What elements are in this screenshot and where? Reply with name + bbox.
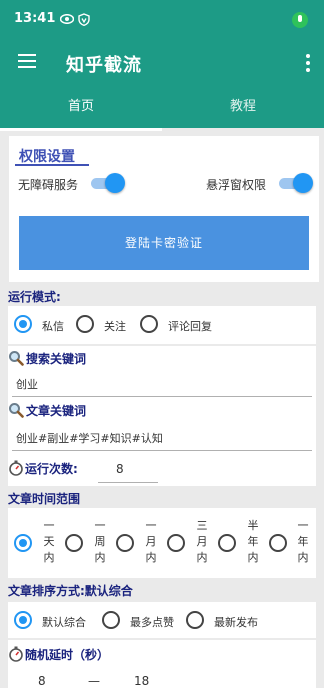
run-count-label: 运行次数: — [25, 462, 78, 476]
article-keyword-underline — [12, 450, 312, 451]
delay-separator: — — [88, 674, 100, 688]
search-keyword-heading: 搜索关键词 — [8, 350, 86, 367]
radio-half-year[interactable] — [218, 534, 236, 552]
run-mode-group: 私信 关注 评论回复 — [8, 306, 316, 344]
status-bar: 13:41 — [0, 0, 324, 40]
accessibility-label: 无障碍服务 — [18, 178, 79, 192]
permissions-card: 权限设置 无障碍服务 悬浮窗权限 登陆卡密验证 — [9, 136, 319, 282]
radio-newest[interactable] — [186, 611, 204, 629]
search-keyword-label: 搜索关键词 — [26, 352, 87, 366]
app-title: 知乎截流 — [66, 55, 142, 76]
stopwatch-icon — [9, 460, 23, 476]
option-newest: 最新发布 — [214, 616, 258, 629]
radio-default[interactable] — [14, 611, 32, 629]
overlay-label: 悬浮窗权限 — [206, 178, 267, 192]
overlay-switch[interactable] — [279, 173, 313, 193]
radio-three-months[interactable] — [167, 534, 185, 552]
stopwatch-icon — [9, 646, 23, 662]
article-keyword-label: 文章关键词 — [26, 404, 87, 418]
delay-heading: 随机延时（秒） — [8, 646, 109, 663]
keywords-panel: 搜索关键词 创业 文章关键词 创业#副业#学习#知识#认知 运行次数: 8 — [8, 346, 316, 486]
search-keyword-input[interactable]: 创业 — [16, 376, 38, 392]
sort-group: 默认综合 最多点赞 最新发布 — [8, 602, 316, 638]
status-time: 13:41 — [14, 11, 56, 26]
radio-follow[interactable] — [76, 315, 94, 333]
radio-comment-reply[interactable] — [140, 315, 158, 333]
run-mode-label: 运行模式: — [8, 290, 61, 304]
article-keyword-heading: 文章关键词 — [8, 402, 86, 419]
tab-home[interactable]: 首页 — [0, 86, 162, 128]
article-keyword-input[interactable]: 创业#副业#学习#知识#认知 — [16, 430, 163, 446]
option-follow: 关注 — [104, 320, 126, 333]
delay-panel: 随机延时（秒） 8 — 18 — [8, 640, 316, 688]
option-one-month: 一月内 — [145, 519, 157, 564]
radio-most-likes[interactable] — [102, 611, 120, 629]
option-one-year: 一年内 — [297, 519, 309, 564]
magnifier-icon — [9, 351, 24, 366]
option-three-months: 三月内 — [196, 519, 208, 564]
radio-one-week[interactable] — [65, 534, 83, 552]
eye-icon — [60, 14, 74, 24]
radio-private-message[interactable] — [14, 315, 32, 333]
radio-one-month[interactable] — [116, 534, 134, 552]
vpn-shield-icon — [78, 12, 90, 26]
delay-min-input[interactable]: 8 — [38, 674, 46, 688]
tab-tutorial[interactable]: 教程 — [162, 86, 324, 128]
option-one-week: 一周内 — [94, 519, 106, 564]
accessibility-switch[interactable] — [91, 173, 125, 193]
more-options-icon[interactable] — [306, 54, 310, 72]
option-private-message: 私信 — [42, 320, 64, 333]
permissions-title: 权限设置 — [19, 149, 75, 165]
tab-indicator — [0, 128, 162, 131]
option-one-day: 一天内 — [43, 519, 55, 564]
status-icons — [60, 12, 90, 26]
option-comment-reply: 评论回复 — [168, 320, 212, 333]
tab-bar: 首页 教程 — [0, 86, 324, 128]
delay-label: 随机延时（秒） — [25, 648, 110, 662]
run-count-heading: 运行次数: — [8, 460, 78, 477]
magnifier-icon — [9, 403, 24, 418]
time-range-label: 文章时间范围 — [8, 492, 81, 506]
app-bar: 知乎截流 — [0, 40, 324, 86]
run-count-underline — [98, 482, 158, 483]
option-half-year: 半年内 — [247, 519, 259, 564]
title-underline — [15, 164, 89, 166]
microphone-icon — [292, 12, 308, 28]
menu-icon[interactable] — [18, 54, 36, 68]
run-count-input[interactable]: 8 — [116, 462, 124, 476]
search-keyword-underline — [12, 396, 312, 397]
sort-label: 文章排序方式:默认综合 — [8, 584, 133, 598]
login-verify-button[interactable]: 登陆卡密验证 — [19, 216, 309, 270]
delay-max-input[interactable]: 18 — [134, 674, 149, 688]
option-default: 默认综合 — [42, 616, 86, 629]
radio-one-year[interactable] — [269, 534, 287, 552]
time-range-group: 一天内 一周内 一月内 三月内 半年内 一年内 — [8, 508, 316, 578]
radio-one-day[interactable] — [14, 534, 32, 552]
option-most-likes: 最多点赞 — [130, 616, 174, 629]
